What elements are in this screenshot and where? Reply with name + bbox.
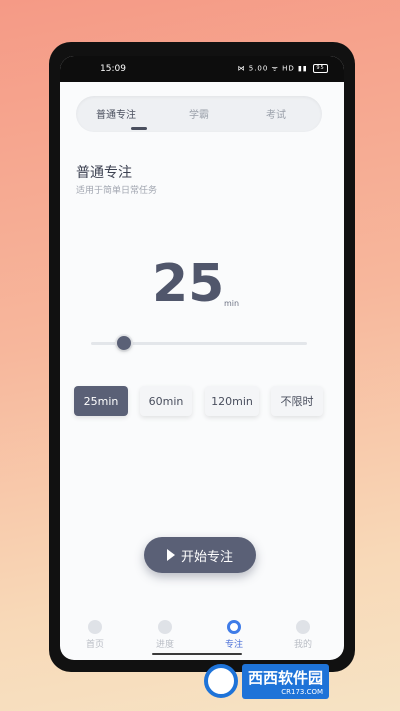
watermark-url: CR173.COM (281, 687, 324, 696)
watermark-brand-text: 西西软件园 (248, 668, 324, 687)
nav-home[interactable]: 首页 (70, 620, 120, 650)
timer-value: 25 (152, 254, 225, 314)
status-time: 15:09 (100, 64, 126, 74)
duration-120min-button[interactable]: 120min (205, 386, 259, 416)
profile-icon (296, 620, 310, 634)
nav-progress-label: 进度 (155, 640, 174, 650)
watermark-logo-icon (204, 664, 238, 698)
slider-handle[interactable] (117, 336, 131, 350)
status-bar: 15:09 ⋈ 5.00 ᯤ HD ▮▮ 95 (60, 56, 344, 82)
timer-unit: min (224, 299, 240, 308)
tab-top-student[interactable]: 学霸 (159, 106, 239, 121)
nav-home-label: 首页 (85, 640, 104, 650)
status-icons: ⋈ 5.00 ᯤ HD ▮▮ 95 (238, 64, 328, 74)
tab-exam[interactable]: 考试 (236, 106, 316, 121)
start-focus-label: 开始专注 (180, 549, 233, 565)
app-screen: 15:09 ⋈ 5.00 ᯤ HD ▮▮ 95 普通专注 学霸 考试 普通专注 … (60, 56, 344, 660)
phone-frame: 15:09 ⋈ 5.00 ᯤ HD ▮▮ 95 普通专注 学霸 考试 普通专注 … (49, 42, 355, 672)
duration-unlimited-button[interactable]: 不限时 (271, 386, 323, 416)
play-icon (166, 549, 175, 561)
home-indicator (152, 653, 242, 655)
nav-focus-label: 专注 (224, 640, 243, 650)
mode-title: 普通专注 (76, 165, 132, 181)
home-icon (88, 620, 102, 634)
site-watermark: 西西软件园 CR173.COM (204, 662, 378, 700)
duration-60min-button[interactable]: 60min (140, 386, 192, 416)
focus-icon (227, 620, 241, 634)
mode-subtitle: 适用于简单日常任务 (76, 186, 158, 196)
mode-tabs: 普通专注 学霸 考试 (76, 96, 322, 132)
active-tab-indicator (131, 127, 147, 130)
nav-focus[interactable]: 专注 (209, 620, 259, 650)
tab-normal-focus[interactable]: 普通专注 (76, 106, 156, 121)
progress-icon (158, 620, 172, 634)
nav-profile[interactable]: 我的 (278, 620, 328, 650)
status-icons-text: ⋈ 5.00 ᯤ HD ▮▮ (237, 64, 308, 73)
battery-icon: 95 (313, 64, 328, 73)
start-focus-button[interactable]: 开始专注 (144, 537, 256, 573)
duration-25min-button[interactable]: 25min (74, 386, 128, 416)
nav-profile-label: 我的 (293, 640, 312, 650)
watermark-brand: 西西软件园 CR173.COM (242, 663, 330, 699)
nav-progress[interactable]: 进度 (140, 620, 190, 650)
